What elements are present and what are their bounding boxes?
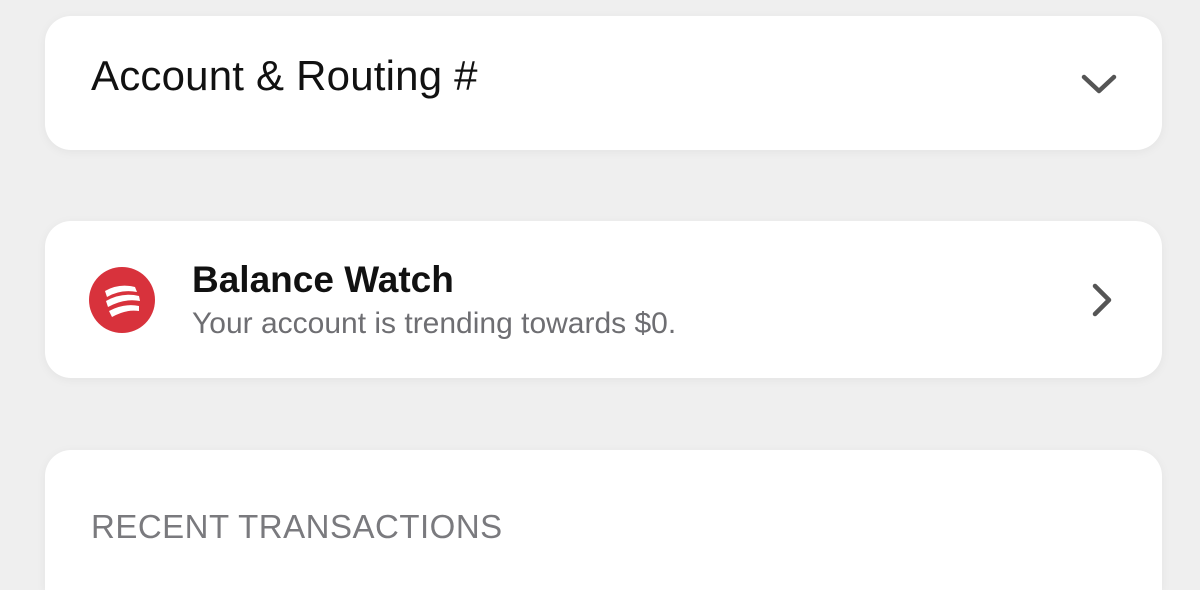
bank-logo-icon [89, 267, 155, 333]
chevron-right-icon[interactable] [1090, 281, 1114, 319]
balance-watch-subtitle: Your account is trending towards $0. [192, 307, 677, 340]
balance-watch-card[interactable]: Balance Watch Your account is trending t… [45, 221, 1162, 378]
account-routing-title: Account & Routing # [91, 52, 478, 99]
chevron-down-icon[interactable] [1080, 68, 1118, 98]
recent-transactions-card: RECENT TRANSACTIONS [45, 450, 1162, 590]
recent-transactions-header: RECENT TRANSACTIONS [91, 508, 503, 545]
balance-watch-title: Balance Watch [192, 259, 454, 300]
account-routing-card[interactable]: Account & Routing # [45, 16, 1162, 150]
